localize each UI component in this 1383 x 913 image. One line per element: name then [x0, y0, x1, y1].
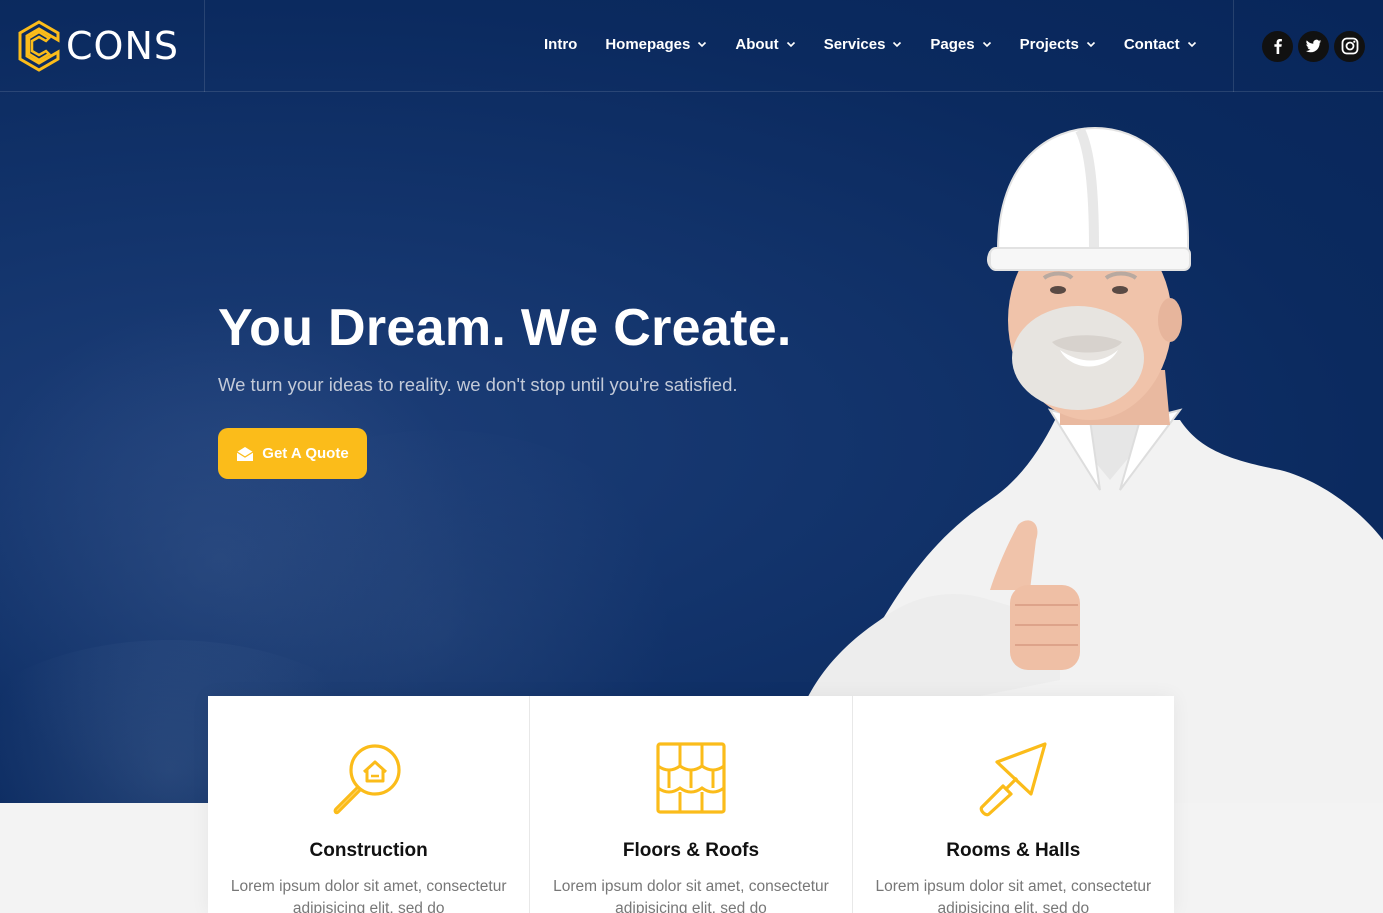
envelope-open-icon: [236, 446, 254, 461]
hero-subtitle: We turn your ideas to reality. we don't …: [218, 374, 738, 395]
nav-item-intro[interactable]: Intro: [530, 36, 591, 53]
nav-item-projects[interactable]: Projects: [1006, 36, 1110, 53]
nav-item-label: Intro: [544, 35, 578, 53]
hero-section: [0, 0, 1383, 803]
service-description: Lorem ipsum dolor sit amet, consectetur …: [875, 878, 1152, 913]
facebook-icon: [1273, 39, 1282, 54]
services-row: Construction Lorem ipsum dolor sit amet,…: [208, 696, 1174, 913]
nav-item-label: Services: [823, 35, 886, 53]
service-title: Construction: [309, 840, 428, 861]
service-card-floors-roofs[interactable]: Floors & Roofs Lorem ipsum dolor sit ame…: [530, 696, 853, 913]
service-description: Lorem ipsum dolor sit amet, consectetur …: [553, 878, 829, 913]
service-card-construction[interactable]: Construction Lorem ipsum dolor sit amet,…: [208, 696, 531, 913]
instagram-link[interactable]: [1334, 30, 1365, 62]
chevron-down-icon: [1086, 41, 1095, 48]
nav-item-label: About: [735, 35, 779, 53]
social-links: [1233, 0, 1383, 92]
get-a-quote-button[interactable]: Get A Quote: [218, 428, 367, 479]
nav-item-label: Projects: [1019, 35, 1079, 53]
nav-item-label: Pages: [930, 35, 975, 53]
main-nav: Intro Homepages About Services Pages Pro…: [530, 0, 1211, 88]
service-card-rooms-halls[interactable]: Rooms & Halls Lorem ipsum dolor sit amet…: [853, 696, 1174, 913]
chevron-down-icon: [786, 41, 795, 48]
hero-title: You Dream. We Create.: [218, 299, 792, 357]
nav-item-services[interactable]: Services: [810, 36, 917, 53]
instagram-icon: [1341, 37, 1358, 55]
service-description: Lorem ipsum dolor sit amet, consectetur …: [230, 878, 507, 913]
roof-tiles-icon: [656, 742, 726, 814]
house-search-icon: [333, 744, 401, 815]
logo-mark-icon: [18, 20, 60, 72]
trowel-icon: [980, 742, 1047, 817]
twitter-icon: [1305, 39, 1322, 52]
nav-item-pages[interactable]: Pages: [916, 36, 1005, 53]
nav-item-about[interactable]: About: [721, 36, 809, 53]
chevron-down-icon: [698, 41, 707, 48]
get-a-quote-label: Get A Quote: [262, 445, 349, 462]
nav-item-contact[interactable]: Contact: [1110, 36, 1211, 53]
chevron-down-icon: [982, 41, 991, 48]
twitter-link[interactable]: [1298, 30, 1329, 62]
service-title: Rooms & Halls: [946, 840, 1081, 861]
facebook-link[interactable]: [1262, 30, 1293, 62]
logo-text: CONS: [66, 24, 179, 68]
nav-item-label: Homepages: [605, 35, 691, 53]
logo[interactable]: CONS: [0, 0, 205, 92]
nav-item-label: Contact: [1123, 35, 1180, 53]
chevron-down-icon: [1187, 41, 1196, 48]
chevron-down-icon: [893, 41, 902, 48]
site-header: CONS Intro Homepages About Services Page…: [0, 0, 1383, 92]
service-title: Floors & Roofs: [622, 840, 760, 861]
nav-item-homepages[interactable]: Homepages: [591, 36, 721, 53]
